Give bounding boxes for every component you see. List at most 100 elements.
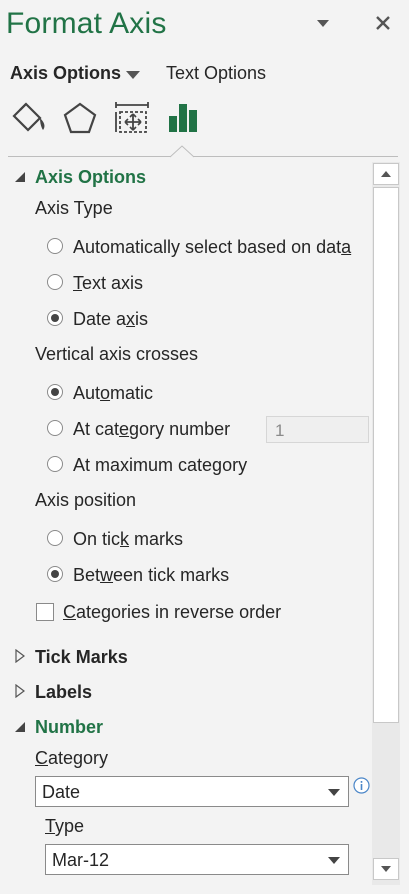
label-text: On tic	[73, 529, 121, 549]
section-tick-marks[interactable]: Tick Marks	[35, 647, 128, 668]
radio-automatic-label[interactable]: Automatic	[73, 383, 153, 404]
tab-separator	[8, 156, 398, 157]
expanded-triangle-icon	[15, 722, 25, 732]
radio-circle	[47, 420, 63, 436]
close-button[interactable]	[374, 14, 392, 32]
info-icon	[353, 777, 370, 794]
tick-marks-expand-toggle[interactable]	[15, 648, 25, 668]
radio-text-axis[interactable]	[47, 274, 63, 290]
radio-text-axis-label[interactable]: Text axis	[73, 273, 143, 294]
radio-circle-selected	[47, 566, 63, 582]
label-text: ategories in reverse order	[76, 602, 282, 622]
size-properties-tab[interactable]	[114, 100, 152, 136]
access-key: g	[212, 455, 223, 475]
axis-options-collapse-toggle[interactable]	[14, 170, 26, 188]
label-text: ategory	[48, 748, 109, 768]
fill-line-icon	[12, 102, 45, 132]
radio-automatic[interactable]	[47, 384, 63, 400]
access-key: k	[120, 529, 130, 549]
close-icon	[376, 16, 390, 30]
info-button[interactable]	[353, 777, 370, 799]
label-text: matic	[110, 383, 154, 403]
access-key: C	[35, 748, 48, 768]
scroll-up-icon	[381, 171, 391, 177]
reverse-order-label[interactable]: Categories in reverse order	[63, 602, 281, 623]
category-label: Category	[35, 748, 108, 769]
radio-at-maximum-category-label[interactable]: At maximum category	[73, 455, 247, 476]
access-key: x	[126, 309, 136, 329]
radio-at-category-number[interactable]	[47, 420, 63, 436]
scroll-up-button[interactable]	[373, 163, 399, 185]
axis-options-icon	[169, 104, 197, 132]
radio-between-tick-marks-label[interactable]: Between tick marks	[73, 565, 229, 586]
access-key: T	[45, 816, 56, 836]
access-key: C	[63, 602, 76, 622]
tab-text-options[interactable]: Text Options	[166, 63, 266, 84]
tab-axis-options-dropdown[interactable]	[126, 68, 140, 86]
pane-options-button[interactable]	[314, 14, 332, 32]
label-text: ory	[222, 455, 248, 475]
vertical-axis-crosses-label: Vertical axis crosses	[35, 344, 199, 364]
label-text: gory number	[129, 419, 231, 439]
radio-on-tick-marks-label[interactable]: On tick marks	[73, 529, 183, 550]
label-text: At maximum cate	[73, 455, 213, 475]
caret-down-icon	[126, 71, 140, 79]
label-text: Bet	[73, 565, 101, 585]
effects-tab[interactable]	[62, 101, 98, 135]
label-text: At cat	[73, 419, 120, 439]
radio-between-tick-marks[interactable]	[47, 566, 63, 582]
section-labels[interactable]: Labels	[35, 682, 92, 703]
effects-icon	[63, 102, 97, 134]
radio-auto-select-label[interactable]: Automatically select based on data	[73, 237, 351, 258]
radio-date-axis-label[interactable]: Date axis	[73, 309, 148, 330]
label-text: ype	[55, 816, 85, 836]
label-text: is	[135, 309, 149, 329]
radio-on-tick-marks[interactable]	[47, 530, 63, 546]
access-key: T	[73, 273, 82, 293]
radio-circle-selected	[47, 384, 63, 400]
tab-axis-options[interactable]: Axis Options	[10, 63, 121, 84]
tab-axis-options-label: Axis Options	[10, 63, 122, 83]
radio-circle	[47, 238, 63, 254]
type-label: Type	[45, 816, 84, 837]
radio-auto-select[interactable]	[47, 238, 63, 254]
category-number-input[interactable]: 1	[266, 416, 369, 443]
type-select-value: Mar-12	[52, 850, 110, 870]
chevron-down-icon	[328, 789, 340, 796]
radio-circle	[47, 456, 63, 472]
section-axis-options[interactable]: Axis Options	[35, 167, 146, 188]
access-key: a	[341, 237, 352, 257]
label-text: ext axis	[82, 273, 144, 293]
access-key: o	[100, 383, 111, 403]
label-text: marks	[129, 529, 184, 549]
axis-position-label: Axis position	[35, 490, 137, 510]
number-collapse-toggle[interactable]	[14, 720, 26, 738]
label-text: Aut	[73, 383, 101, 403]
chevron-down-icon	[328, 857, 340, 864]
expanded-triangle-icon	[15, 172, 25, 182]
radio-circle	[47, 530, 63, 546]
radio-at-category-number-label[interactable]: At category number	[73, 419, 230, 440]
access-key: w	[100, 565, 114, 585]
label-text: een tick marks	[113, 565, 230, 585]
pane-title: Format Axis	[6, 7, 167, 40]
type-select[interactable]: Mar-12	[45, 844, 349, 875]
label-text: Date a	[73, 309, 127, 329]
category-select-value: Date	[42, 782, 81, 802]
active-tab-notch	[169, 145, 195, 163]
collapsed-triangle-icon	[15, 683, 25, 699]
scroll-thumb[interactable]	[373, 187, 399, 723]
category-number-value: 1	[275, 421, 285, 440]
radio-at-maximum-category[interactable]	[47, 456, 63, 472]
section-number[interactable]: Number	[35, 717, 103, 738]
scroll-down-button[interactable]	[373, 858, 399, 880]
labels-expand-toggle[interactable]	[15, 683, 25, 703]
category-select[interactable]: Date	[35, 776, 349, 807]
tab-text-options-label: Text Options	[166, 63, 267, 83]
radio-circle	[47, 274, 63, 290]
reverse-order-checkbox[interactable]	[36, 603, 54, 621]
axis-options-tab[interactable]	[166, 100, 202, 134]
fill-line-tab[interactable]	[10, 100, 48, 136]
chevron-down-icon	[317, 20, 329, 27]
radio-date-axis[interactable]	[47, 310, 63, 326]
